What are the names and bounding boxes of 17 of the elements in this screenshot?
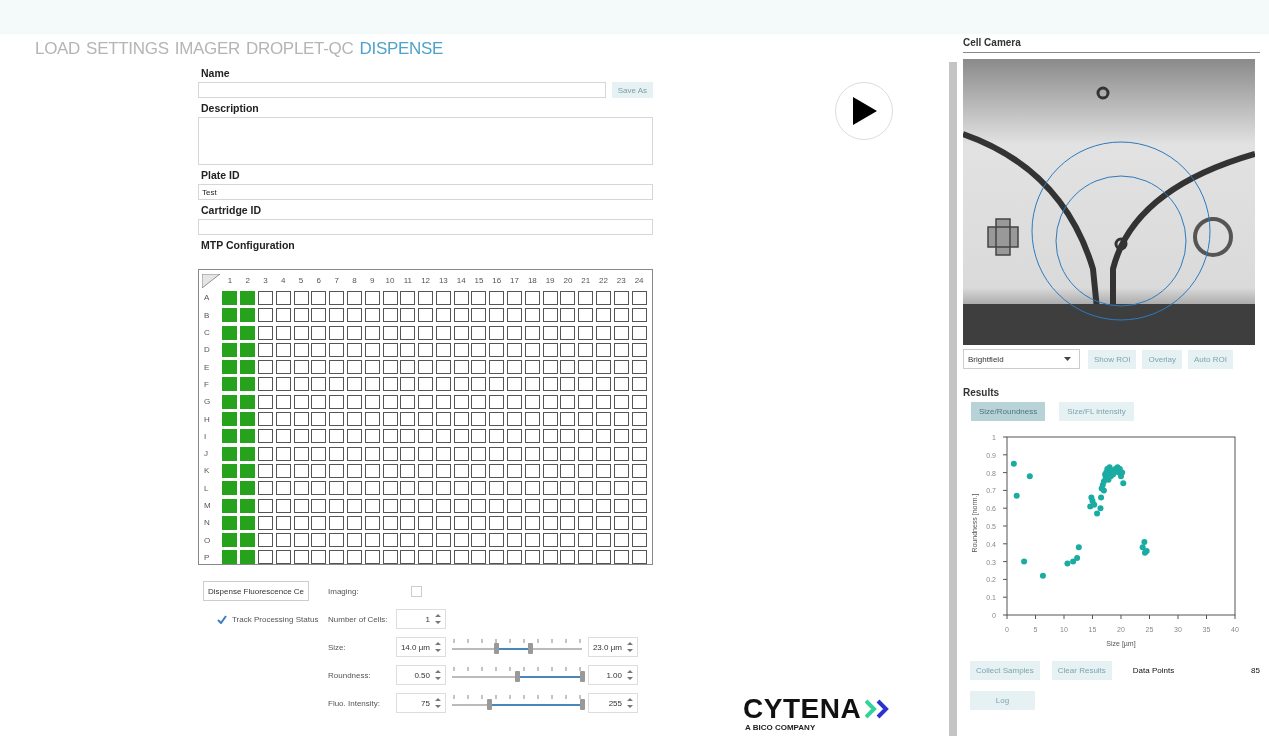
section-title: MTP Configuration [201,239,296,251]
field-label: Imaging: [328,586,360,596]
field-label: Cartridge ID [201,204,263,216]
brand-tagline: A BICO COMPANY [745,723,817,732]
stat-value: 85 [1251,666,1260,675]
section-title: Results [963,387,1001,398]
field-label: Fluo. Intensity: [328,698,382,708]
field-label: Size: [328,642,347,652]
field-label: Roundness: [328,670,372,680]
field-label: Name [201,67,231,79]
field-label: Plate ID [201,169,241,181]
checkbox-label: Track Processing Status [232,614,319,624]
field-label: Description [201,102,260,114]
field-label: Number of Cells: [328,614,389,624]
stat-label: Data Points [1132,666,1175,675]
brand-name: CYTENA [743,695,862,723]
panel-title: Cell Camera [963,34,1260,53]
